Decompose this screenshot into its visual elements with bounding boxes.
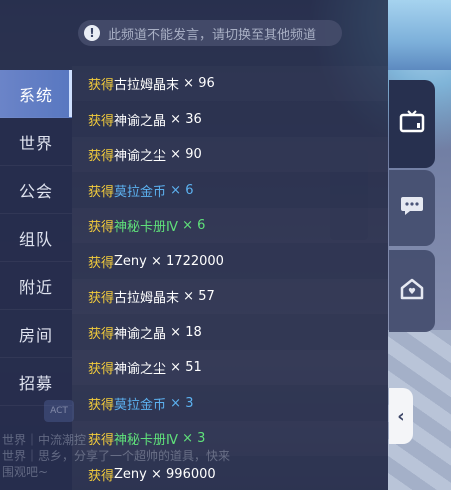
message-item: 神谕之尘 bbox=[114, 149, 167, 164]
message-item: 神谕之尘 bbox=[114, 362, 167, 377]
tab-label: 公会 bbox=[18, 181, 53, 201]
channel-notice: ! 此频道不能发言，请切换至其他频道 bbox=[78, 20, 342, 46]
system-message: 获得 神谕之尘 × 90 bbox=[72, 137, 388, 172]
message-item: 神秘卡册Ⅳ bbox=[114, 433, 179, 448]
tab-recruit[interactable]: 招募 bbox=[0, 358, 72, 406]
message-item: 神谕之晶 bbox=[114, 326, 167, 342]
message-qty: × 96 bbox=[183, 76, 215, 91]
notice-text: 此频道不能发言，请切换至其他频道 bbox=[108, 27, 317, 43]
system-message: 获得 神秘卡册Ⅳ × 6 bbox=[72, 208, 388, 243]
message-prefix: 获得 bbox=[88, 397, 115, 413]
tab-label: 组队 bbox=[18, 229, 53, 249]
message-prefix: 获得 bbox=[88, 326, 115, 342]
chat-bubble-icon bbox=[400, 195, 424, 221]
tab-label: 附近 bbox=[18, 277, 53, 297]
message-qty: × 57 bbox=[183, 289, 215, 304]
tab-room[interactable]: 房间 bbox=[0, 310, 72, 358]
system-message: 获得 神秘卡册Ⅳ × 3 bbox=[72, 421, 388, 456]
message-qty: × 1722000 bbox=[151, 253, 224, 269]
tab-system[interactable]: 系统 bbox=[0, 70, 72, 118]
chat-channel-button[interactable] bbox=[389, 170, 435, 246]
home-icon bbox=[400, 278, 424, 304]
exclamation-icon: ! bbox=[84, 25, 100, 41]
tab-label: 系统 bbox=[18, 85, 53, 105]
message-qty: × 3 bbox=[170, 395, 194, 411]
message-prefix: 获得 bbox=[88, 113, 115, 129]
message-item: Zeny bbox=[114, 466, 147, 482]
chevron-left-icon: ‹ bbox=[397, 405, 405, 427]
system-message: 获得 Zeny × 996000 bbox=[72, 457, 388, 490]
message-prefix: 获得 bbox=[88, 184, 115, 200]
message-item: 神谕之晶 bbox=[114, 113, 167, 129]
tv-icon bbox=[399, 110, 425, 138]
message-qty: × 3 bbox=[182, 431, 206, 446]
message-prefix: 获得 bbox=[88, 149, 115, 164]
message-qty: × 996000 bbox=[151, 466, 216, 482]
message-prefix: 获得 bbox=[88, 362, 115, 377]
tab-nearby[interactable]: 附近 bbox=[0, 262, 72, 310]
message-item: Zeny bbox=[114, 253, 147, 269]
home-channel-button[interactable] bbox=[389, 250, 435, 332]
message-prefix: 获得 bbox=[88, 255, 115, 271]
scene-sky bbox=[388, 0, 451, 70]
message-item: 莫拉金币 bbox=[114, 397, 167, 413]
channel-tabs: 系统 世界 公会 组队 附近 房间 招募 bbox=[0, 70, 72, 490]
system-message: 获得 莫拉金币 × 3 bbox=[72, 386, 388, 421]
system-message: 获得 Zeny × 1722000 bbox=[72, 244, 388, 279]
act-badge: ACT bbox=[44, 400, 74, 422]
message-qty: × 18 bbox=[170, 324, 202, 340]
message-prefix: 获得 bbox=[88, 78, 115, 93]
system-message: 获得 莫拉金币 × 6 bbox=[72, 173, 388, 208]
system-message: 获得 古拉姆晶末 × 96 bbox=[72, 66, 388, 101]
tab-team[interactable]: 组队 bbox=[0, 214, 72, 262]
message-prefix: 获得 bbox=[88, 468, 115, 484]
message-qty: × 90 bbox=[170, 147, 202, 162]
message-item: 神秘卡册Ⅳ bbox=[114, 220, 179, 235]
tab-label: 房间 bbox=[18, 325, 53, 345]
tab-guild[interactable]: 公会 bbox=[0, 166, 72, 214]
tab-label: 世界 bbox=[18, 133, 53, 153]
collapse-chat-button[interactable]: ‹ bbox=[389, 388, 413, 444]
message-qty: × 36 bbox=[170, 111, 202, 127]
system-message: 获得 神谕之晶 × 36 bbox=[72, 102, 388, 137]
message-prefix: 获得 bbox=[88, 220, 115, 235]
message-list[interactable]: 获得 古拉姆晶末 × 96 获得 神谕之晶 × 36 获得 神谕之尘 × 90 获得莫… bbox=[72, 66, 388, 490]
system-message: 获得 神谕之晶 × 18 bbox=[72, 315, 388, 350]
message-prefix: 获得 bbox=[88, 433, 115, 448]
message-item: 古拉姆晶末 bbox=[114, 78, 180, 93]
message-item: 莫拉金币 bbox=[114, 184, 167, 200]
tv-channel-button[interactable] bbox=[389, 80, 435, 168]
message-prefix: 获得 bbox=[88, 291, 115, 306]
tab-label: 招募 bbox=[18, 373, 53, 393]
chat-panel: ! 此频道不能发言，请切换至其他频道 系统 世界 公会 组队 附近 房间 招募 … bbox=[0, 0, 388, 490]
system-message: 获得 古拉姆晶末 × 57 bbox=[72, 279, 388, 314]
system-message: 获得 神谕之尘 × 51 bbox=[72, 350, 388, 385]
message-qty: × 51 bbox=[170, 360, 202, 375]
message-qty: × 6 bbox=[182, 218, 206, 233]
tab-world[interactable]: 世界 bbox=[0, 118, 72, 166]
message-qty: × 6 bbox=[170, 182, 194, 198]
message-item: 古拉姆晶末 bbox=[114, 291, 180, 306]
